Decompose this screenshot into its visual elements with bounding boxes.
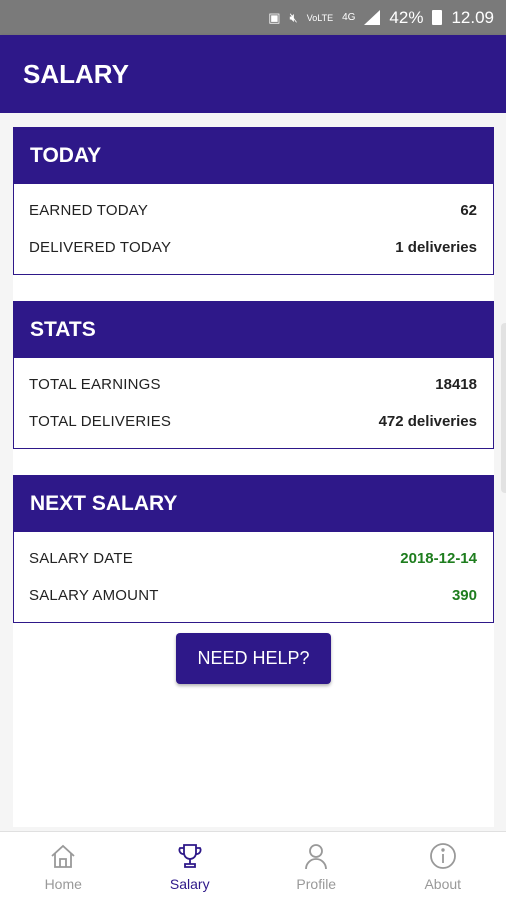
salary-date-row: SALARY DATE 2018-12-14 <box>29 540 477 577</box>
today-card-title: TODAY <box>14 128 493 184</box>
nav-label-salary: Salary <box>169 875 210 892</box>
mute-icon: 🔇︎ <box>289 9 298 25</box>
nav-item-salary[interactable]: Salary <box>127 832 254 900</box>
bottom-navigation: Home Salary Profile About <box>0 831 506 900</box>
page-title: SALARY <box>23 58 129 89</box>
salary-amount-value: 390 <box>451 587 477 604</box>
today-card: TODAY EARNED TODAY 62 DELIVERED TODAY 1 … <box>13 127 494 275</box>
earned-today-label: EARNED TODAY <box>29 202 149 219</box>
salary-date-label: SALARY DATE <box>29 550 133 567</box>
content-area[interactable]: TODAY EARNED TODAY 62 DELIVERED TODAY 1 … <box>0 113 506 831</box>
volte-icon: VoLTE <box>306 12 334 23</box>
next-salary-card-title: NEXT SALARY <box>14 476 493 532</box>
home-icon <box>51 844 75 868</box>
notification-icon: ▣ <box>268 9 281 25</box>
stats-card-title: STATS <box>14 302 493 358</box>
battery-icon <box>432 10 443 25</box>
battery-percent: 42% <box>389 7 424 27</box>
person-icon <box>305 843 328 869</box>
salary-amount-label: SALARY AMOUNT <box>29 587 159 604</box>
scroll-indicator <box>501 323 506 493</box>
total-deliveries-value: 472 deliveries <box>378 413 477 430</box>
need-help-button[interactable]: NEED HELP? <box>176 633 331 684</box>
total-deliveries-label: TOTAL DELIVERIES <box>29 413 172 430</box>
total-earnings-row: TOTAL EARNINGS 18418 <box>29 366 477 403</box>
salary-amount-row: SALARY AMOUNT 390 <box>29 577 477 614</box>
delivered-today-row: DELIVERED TODAY 1 deliveries <box>29 229 477 266</box>
clock: 12.09 <box>451 7 494 27</box>
nav-item-profile[interactable]: Profile <box>253 832 380 900</box>
salary-date-value: 2018-12-14 <box>400 550 477 567</box>
nav-label-about: About <box>424 875 462 892</box>
nav-label-home: Home <box>44 875 82 892</box>
delivered-today-label: DELIVERED TODAY <box>29 239 172 256</box>
stats-card: STATS TOTAL EARNINGS 18418 TOTAL DELIVER… <box>13 301 494 449</box>
signal-icon <box>364 10 381 25</box>
status-bar: ▣ 🔇︎ VoLTE 4G 42% 12.09 <box>0 0 506 35</box>
network-type-icon: 4G <box>342 12 356 23</box>
nav-item-about[interactable]: About <box>380 832 506 900</box>
next-salary-card: NEXT SALARY SALARY DATE 2018-12-14 SALAR… <box>13 475 494 623</box>
total-earnings-label: TOTAL EARNINGS <box>29 376 161 393</box>
delivered-today-value: 1 deliveries <box>395 239 477 256</box>
app-bar: SALARY <box>0 35 506 113</box>
info-icon <box>429 842 456 869</box>
earned-today-value: 62 <box>460 202 477 219</box>
total-deliveries-row: TOTAL DELIVERIES 472 deliveries <box>29 403 477 440</box>
nav-item-home[interactable]: Home <box>0 832 127 900</box>
trophy-icon <box>178 843 202 868</box>
earned-today-row: EARNED TODAY 62 <box>29 192 477 229</box>
nav-label-profile: Profile <box>296 875 337 892</box>
total-earnings-value: 18418 <box>435 376 477 393</box>
